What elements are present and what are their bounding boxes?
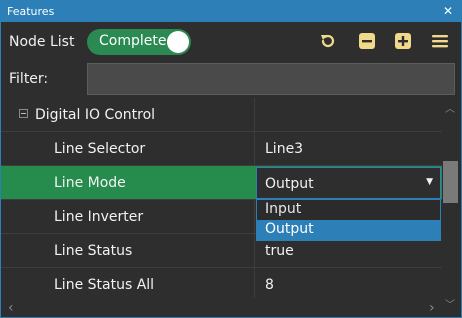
filter-row: Filter: [1, 61, 461, 99]
row-value[interactable]: Line3 [265, 141, 303, 157]
column-divider [254, 200, 255, 234]
column-divider [254, 268, 255, 298]
dropdown-option-input[interactable]: Input [257, 200, 440, 220]
menu-icon[interactable] [431, 32, 449, 50]
scroll-right-icon[interactable]: › [429, 300, 435, 316]
vertical-scrollbar[interactable]: ︿ ﹀ [442, 98, 461, 311]
filter-label: Filter: [9, 71, 49, 87]
toggle-knob [167, 31, 189, 53]
row-name: Line Status All [54, 277, 155, 293]
row-value[interactable]: true [265, 243, 294, 259]
refresh-icon[interactable] [319, 32, 337, 50]
scroll-down-icon[interactable]: ﹀ [445, 296, 455, 311]
collapse-all-icon[interactable] [358, 32, 376, 50]
toolbar: Node List Complete [1, 23, 461, 61]
row-name: Line Selector [54, 141, 146, 157]
option-label: Output [265, 221, 314, 237]
tree-row-line-status-all[interactable]: Line Status All 8 [1, 268, 443, 298]
visibility-toggle[interactable]: Complete [87, 29, 191, 55]
option-label: Input [265, 201, 302, 217]
column-divider [254, 132, 255, 166]
tree-group-row[interactable]: Digital IO Control [1, 98, 443, 132]
row-value[interactable]: 8 [265, 277, 274, 293]
row-name: Line Status [54, 243, 133, 259]
expand-all-icon[interactable] [394, 32, 412, 50]
title-bar: Features ✕ [1, 1, 461, 22]
column-divider [254, 98, 255, 132]
features-panel: Features ✕ Node List Complete Filter: Di… [0, 0, 462, 318]
close-icon[interactable]: ✕ [443, 1, 453, 22]
tree-row-line-selector[interactable]: Line Selector Line3 [1, 132, 443, 166]
scroll-left-icon[interactable]: ‹ [8, 300, 14, 316]
line-mode-combobox[interactable]: Output ▼ [256, 167, 441, 199]
scroll-thumb[interactable] [443, 161, 458, 203]
node-list-label: Node List [9, 34, 75, 50]
group-label: Digital IO Control [35, 107, 156, 123]
row-name: Line Inverter [54, 209, 144, 225]
line-mode-dropdown: Input Output [256, 199, 441, 241]
dropdown-option-output[interactable]: Output [257, 220, 440, 240]
filter-input[interactable] [87, 63, 455, 95]
visibility-toggle-label: Complete [99, 33, 167, 49]
column-divider [254, 234, 255, 268]
window-title: Features [7, 5, 55, 18]
row-name: Line Mode [54, 175, 126, 191]
horizontal-scrollbar[interactable]: ‹ › [1, 298, 442, 317]
scroll-up-icon[interactable]: ︿ [445, 100, 455, 115]
collapse-icon[interactable] [19, 109, 28, 118]
combobox-value: Output [265, 176, 314, 192]
dropdown-arrow-icon[interactable]: ▼ [426, 177, 433, 187]
